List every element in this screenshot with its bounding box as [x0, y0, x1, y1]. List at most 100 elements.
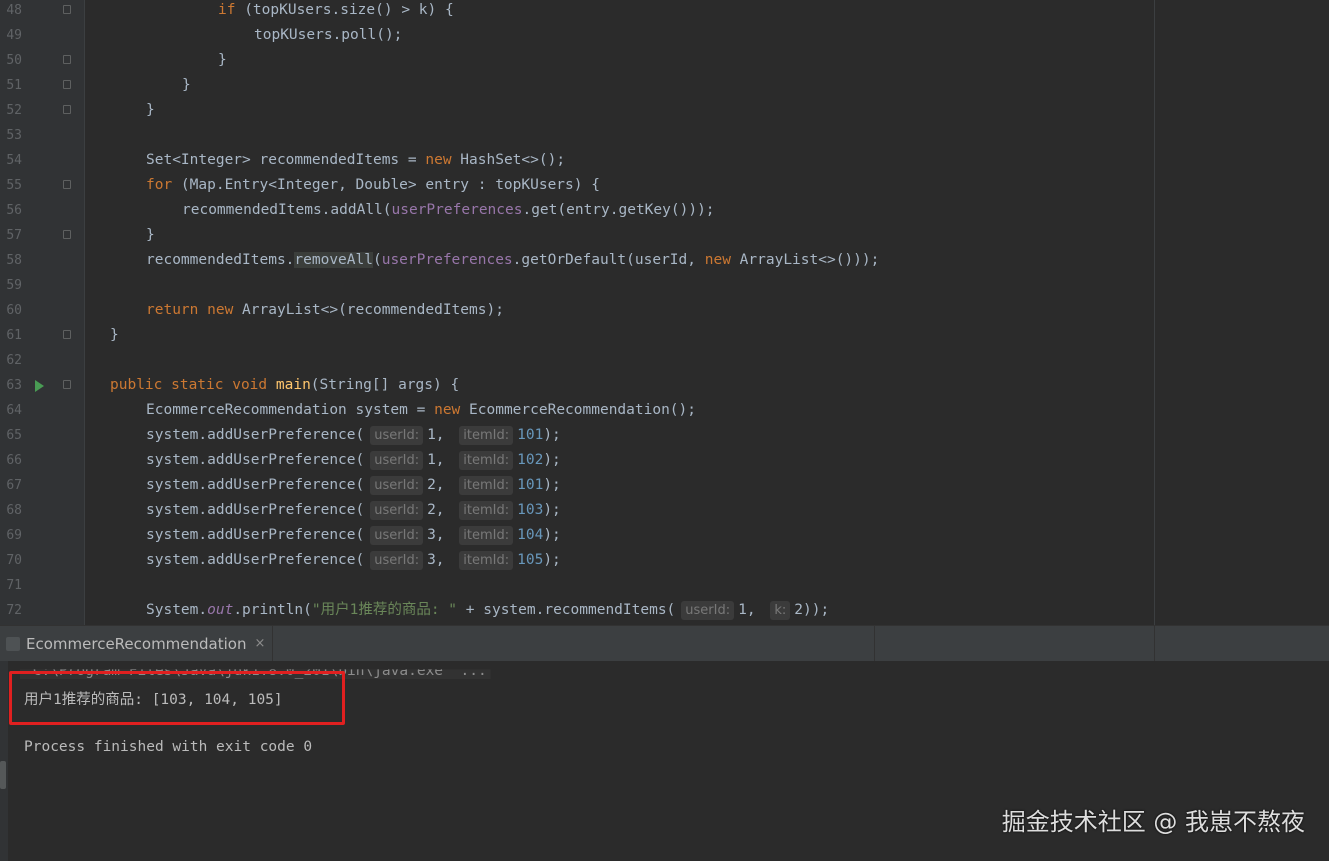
code-line[interactable]: 51} — [0, 73, 1329, 98]
line-number: 54 — [6, 153, 22, 168]
fold-marker-icon[interactable] — [63, 5, 71, 14]
line-number: 67 — [6, 478, 22, 493]
code-line[interactable]: 61} — [0, 323, 1329, 348]
code-token: ArrayList<>())); — [730, 252, 880, 268]
code-line[interactable]: 71 — [0, 573, 1329, 598]
code-token: 103 — [517, 502, 544, 518]
fold-marker-icon[interactable] — [63, 55, 71, 64]
tab-ecommerce-recommendation[interactable]: EcommerceRecommendation × — [0, 626, 277, 661]
code-token: EcommerceRecommendation(); — [460, 402, 696, 418]
parameter-hint: itemId: — [459, 476, 514, 495]
code-token: .getOrDefault(userId, — [512, 252, 705, 268]
fold-marker-icon[interactable] — [63, 230, 71, 239]
line-number: 66 — [6, 453, 22, 468]
fold-marker-icon[interactable] — [63, 180, 71, 189]
code-token: 105 — [517, 552, 544, 568]
code-text: system.addUserPreference(userId: 1, itemI… — [146, 423, 561, 448]
code-token: system.addUserPreference( — [146, 427, 365, 443]
code-line[interactable]: 72 System.out.println("用户1推荐的商品: " + syst… — [0, 598, 1329, 623]
code-text: system.addUserPreference(userId: 3, itemI… — [146, 523, 561, 548]
line-number: 52 — [6, 103, 22, 118]
code-token: ); — [543, 552, 561, 568]
code-line[interactable]: 55 for (Map.Entry<Integer, Double> entry … — [0, 173, 1329, 198]
code-token: ArrayList<>(recommendedItems); — [233, 302, 504, 318]
code-line[interactable]: 54 Set<Integer> recommendedItems = new Ha… — [0, 148, 1329, 173]
code-token: userPreferences — [381, 252, 513, 268]
code-token: new — [704, 252, 731, 268]
code-token: ); — [543, 527, 561, 543]
code-line[interactable]: 66 system.addUserPreference(userId: 1, ite… — [0, 448, 1329, 473]
code-token: EcommerceRecommendation system = — [146, 402, 435, 418]
line-number: 61 — [6, 328, 22, 343]
code-line[interactable]: 70 system.addUserPreference(userId: 3, ite… — [0, 548, 1329, 573]
line-number: 63 — [6, 378, 22, 393]
fold-marker-icon[interactable] — [63, 380, 71, 389]
code-text: } — [146, 223, 155, 248]
code-line[interactable]: 52} — [0, 98, 1329, 123]
close-icon[interactable]: × — [254, 636, 265, 651]
tab-label: EcommerceRecommendation — [26, 634, 247, 653]
code-line[interactable]: 60 return new ArrayList<>(recommendedItem… — [0, 298, 1329, 323]
code-token: system.addUserPreference( — [146, 452, 365, 468]
code-line[interactable]: 63 public static void main(String[] args)… — [0, 373, 1329, 398]
code-line[interactable]: 62 — [0, 348, 1329, 373]
tab-divider — [1154, 626, 1155, 661]
code-token: } — [218, 52, 227, 68]
line-number: 48 — [6, 3, 22, 18]
line-number: 57 — [6, 228, 22, 243]
parameter-hint: userId: — [370, 501, 424, 520]
code-text: topKUsers.poll(); — [254, 23, 402, 48]
code-line[interactable]: 53 — [0, 123, 1329, 148]
run-gutter-icon[interactable] — [35, 380, 44, 392]
code-text: return new ArrayList<>(recommendedItems)… — [146, 298, 504, 323]
line-number: 60 — [6, 303, 22, 318]
code-text: recommendedItems.removeAll(userPreferenc… — [146, 248, 879, 273]
code-line[interactable]: 48 if (topKUsers.size() > k) { — [0, 0, 1329, 23]
code-line[interactable]: 68 system.addUserPreference(userId: 2, ite… — [0, 498, 1329, 523]
code-line[interactable]: 65 system.addUserPreference(userId: 1, ite… — [0, 423, 1329, 448]
code-token: system.addUserPreference( — [146, 552, 365, 568]
watermark: 掘金技术社区 @ 我崽不熬夜 — [1001, 808, 1305, 836]
code-text: if (topKUsers.size() > k) { — [218, 0, 454, 23]
code-editor[interactable]: 48 if (topKUsers.size() > k) {49 topKUsers… — [0, 0, 1329, 625]
code-token: ( — [372, 252, 382, 268]
code-text: for (Map.Entry<Integer, Double> entry : … — [146, 173, 600, 198]
parameter-hint: userId: — [370, 551, 424, 570]
line-number: 69 — [6, 528, 22, 543]
code-line[interactable]: 69 system.addUserPreference(userId: 3, ite… — [0, 523, 1329, 548]
code-line[interactable]: 49 topKUsers.poll(); — [0, 23, 1329, 48]
code-text: System.out.println("用户1推荐的商品: " + system… — [146, 598, 829, 623]
code-token: 1, — [427, 427, 454, 443]
line-number: 68 — [6, 503, 22, 518]
scrollbar-thumb[interactable] — [0, 761, 6, 789]
line-number: 51 — [6, 78, 22, 93]
fold-marker-icon[interactable] — [63, 330, 71, 339]
run-tool-window-tabs: EcommerceRecommendation × — [0, 625, 1329, 662]
parameter-hint: userId: — [370, 426, 424, 445]
code-token: public static void — [110, 377, 268, 393]
code-text: public static void main(String[] args) { — [110, 373, 459, 398]
code-line[interactable]: 67 system.addUserPreference(userId: 2, ite… — [0, 473, 1329, 498]
code-token: } — [182, 77, 191, 93]
code-text: system.addUserPreference(userId: 2, itemI… — [146, 473, 561, 498]
line-number: 59 — [6, 278, 22, 293]
parameter-hint: k: — [770, 601, 791, 620]
code-line[interactable]: 50} — [0, 48, 1329, 73]
code-line[interactable]: 58 recommendedItems.removeAll(userPrefere… — [0, 248, 1329, 273]
code-token: 3, — [427, 552, 454, 568]
line-number: 50 — [6, 53, 22, 68]
code-line[interactable]: 64 EcommerceRecommendation system = new E… — [0, 398, 1329, 423]
code-token: ); — [543, 477, 561, 493]
parameter-hint: userId: — [370, 526, 424, 545]
code-token: 104 — [517, 527, 544, 543]
line-number: 70 — [6, 553, 22, 568]
code-line[interactable]: 56 recommendedItems.addAll(userPreference… — [0, 198, 1329, 223]
fold-marker-icon[interactable] — [63, 80, 71, 89]
parameter-hint: itemId: — [459, 526, 514, 545]
code-line[interactable]: 57} — [0, 223, 1329, 248]
code-text: system.addUserPreference(userId: 3, itemI… — [146, 548, 561, 573]
fold-marker-icon[interactable] — [63, 105, 71, 114]
code-line[interactable]: 59 — [0, 273, 1329, 298]
line-number: 55 — [6, 178, 22, 193]
